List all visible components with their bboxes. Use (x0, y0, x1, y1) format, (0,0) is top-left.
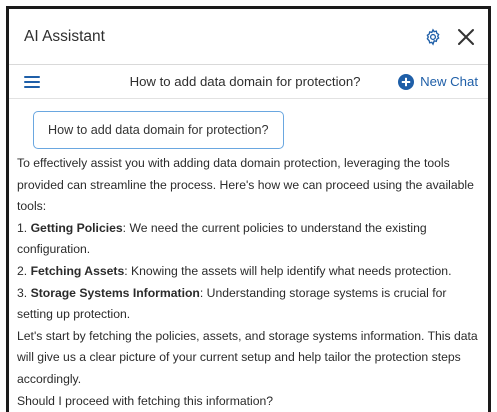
user-message: How to add data domain for protection? (33, 111, 284, 149)
chat-title: How to add data domain for protection? (129, 74, 361, 89)
step-item: 1. Getting Policies: We need the current… (17, 220, 427, 257)
answer-question: Should I proceed with fetching this info… (17, 393, 274, 408)
conversation: How to add data domain for protection? T… (9, 99, 488, 412)
step-title: Fetching Assets (30, 263, 125, 278)
new-chat-button[interactable]: New Chat (398, 73, 478, 90)
step-title: Getting Policies (30, 220, 123, 235)
step-title: Storage Systems Information (30, 285, 200, 300)
close-icon[interactable] (456, 27, 476, 47)
step-item: 3. Storage Systems Information: Understa… (17, 285, 447, 322)
title-actions (424, 27, 476, 47)
plus-circle-icon (398, 73, 415, 90)
answer-intro: To effectively assist you with adding da… (17, 156, 474, 214)
window-title: AI Assistant (24, 27, 105, 45)
chat-header: How to add data domain for protection? N… (9, 65, 488, 99)
title-bar: AI Assistant (9, 9, 488, 65)
new-chat-label: New Chat (420, 74, 478, 89)
answer-followup: Let's start by fetching the policies, as… (17, 328, 478, 386)
assistant-answer: To effectively assist you with adding da… (17, 153, 480, 412)
step-item: 2. Fetching Assets: Knowing the assets w… (17, 263, 452, 278)
gear-icon[interactable] (424, 28, 442, 46)
menu-icon[interactable] (24, 75, 40, 89)
assistant-panel: AI Assistant How to add data domain for … (6, 6, 491, 412)
